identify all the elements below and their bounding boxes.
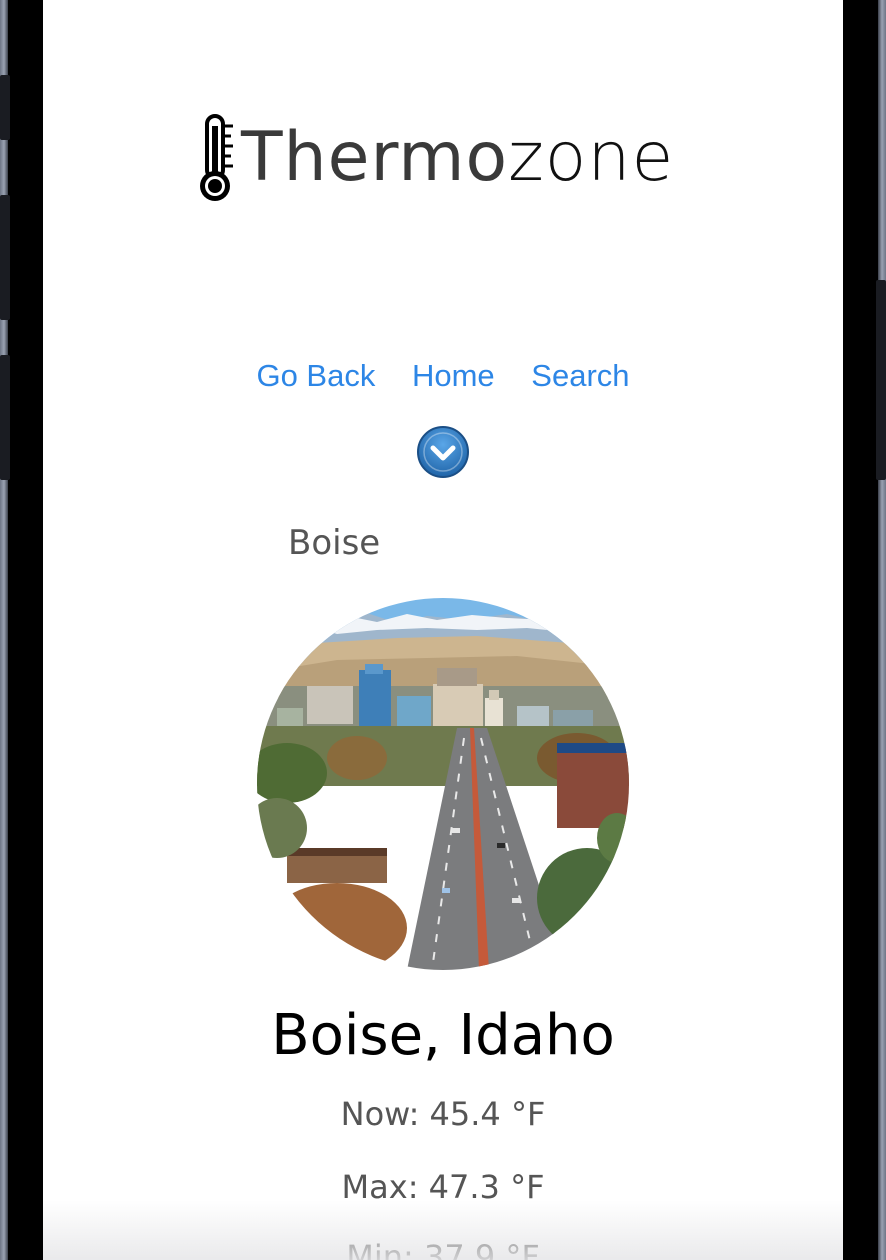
chevron-down-icon bbox=[417, 426, 469, 478]
city-photo bbox=[257, 598, 629, 970]
device-bezel-right bbox=[878, 0, 886, 1260]
location-title: Boise, Idaho bbox=[271, 1003, 615, 1068]
device-power-button bbox=[876, 280, 886, 480]
go-back-link[interactable]: Go Back bbox=[256, 358, 375, 393]
device-mute-switch bbox=[0, 75, 10, 140]
logo-wordmark: Thermozone bbox=[241, 123, 674, 192]
expand-button[interactable] bbox=[416, 425, 470, 479]
city-skyline-image bbox=[257, 598, 629, 970]
home-link[interactable]: Home bbox=[412, 358, 495, 393]
logo-word-thermo: Thermo bbox=[241, 117, 509, 197]
thermozone-logo: Thermozone bbox=[193, 110, 703, 205]
logo-word-zone: zone bbox=[508, 117, 675, 197]
device-volume-down bbox=[0, 355, 10, 480]
min-temperature: Min: 37.9 °F bbox=[346, 1238, 540, 1260]
top-nav: Go Back Home Search bbox=[43, 358, 843, 394]
thermometer-icon bbox=[200, 113, 233, 201]
device-volume-up bbox=[0, 195, 10, 320]
device-bezel-left bbox=[0, 0, 8, 1260]
app-screen: Thermozone Go Back Home Search Boise Boi… bbox=[43, 0, 843, 1260]
max-temperature: Max: 47.3 °F bbox=[341, 1168, 545, 1206]
device-frame: Thermozone Go Back Home Search Boise Boi… bbox=[0, 0, 886, 1260]
current-temperature: Now: 45.4 °F bbox=[340, 1095, 546, 1133]
city-label: Boise bbox=[288, 523, 381, 563]
search-link[interactable]: Search bbox=[531, 358, 629, 393]
